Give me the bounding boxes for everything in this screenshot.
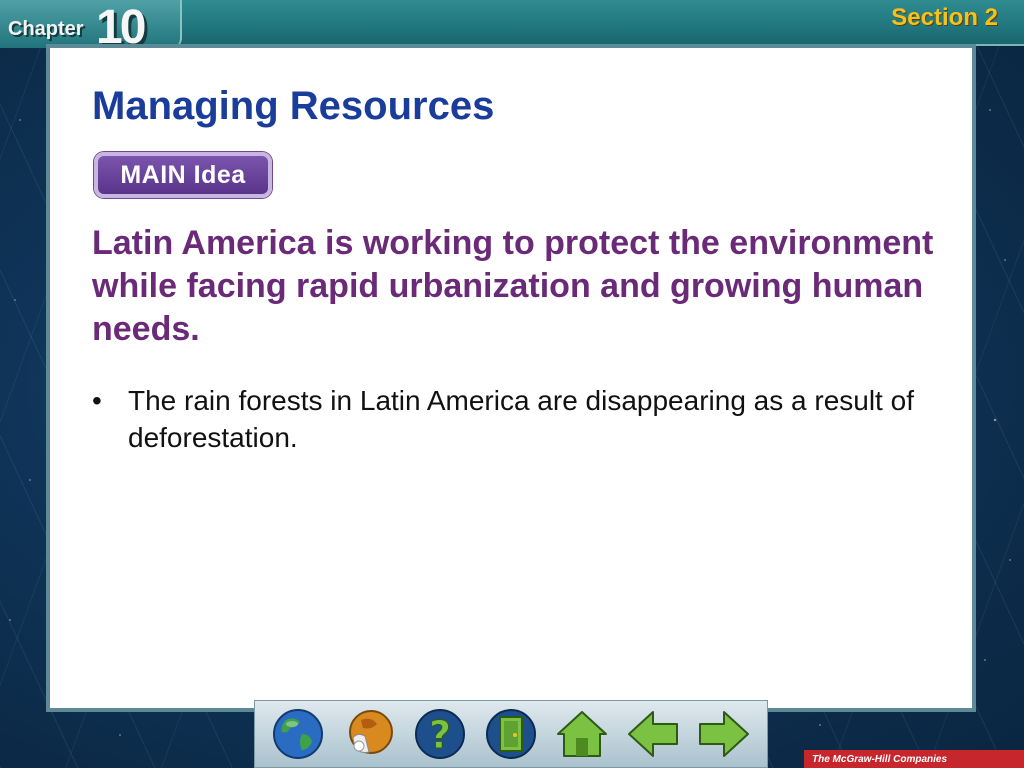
main-idea-label: MAIN Idea (120, 160, 246, 189)
help-glyph: ? (429, 713, 451, 757)
next-button[interactable] (696, 706, 752, 762)
slide-title: Managing Resources (92, 84, 495, 128)
bullet-text: The rain forests in Latin America are di… (128, 385, 914, 453)
main-idea-badge: MAIN Idea (94, 152, 272, 198)
publisher-name: The McGraw-Hill Companies (812, 753, 948, 765)
next-arrow-icon (699, 711, 749, 757)
globe-icon (273, 709, 323, 759)
resources-button[interactable] (341, 706, 397, 762)
slide-content: Managing Resources MAIN Idea Latin Ameri… (46, 44, 976, 712)
navigation-bar: ? (254, 700, 768, 768)
help-button[interactable]: ? (412, 706, 468, 762)
bullet-marker: • (92, 385, 102, 416)
previous-arrow-icon (628, 711, 678, 757)
main-idea-statement: Latin America is working to protect the … (92, 224, 934, 348)
publisher-logo: The McGraw-Hill Companies (804, 750, 1024, 768)
previous-button[interactable] (625, 706, 681, 762)
section-label: Section 2 (891, 4, 998, 31)
bullet-list: • The rain forests in Latin America are … (88, 382, 948, 456)
list-item: • The rain forests in Latin America are … (88, 382, 948, 456)
chapter-tab: Chapter 10 (0, 0, 182, 54)
help-icon: ? (415, 709, 465, 759)
resources-icon (349, 710, 393, 754)
globe-button[interactable] (270, 706, 326, 762)
chapter-label: Chapter (8, 18, 84, 40)
exit-door-icon (486, 709, 536, 759)
home-button[interactable] (554, 706, 610, 762)
home-icon (557, 711, 607, 757)
exit-button[interactable] (483, 706, 539, 762)
